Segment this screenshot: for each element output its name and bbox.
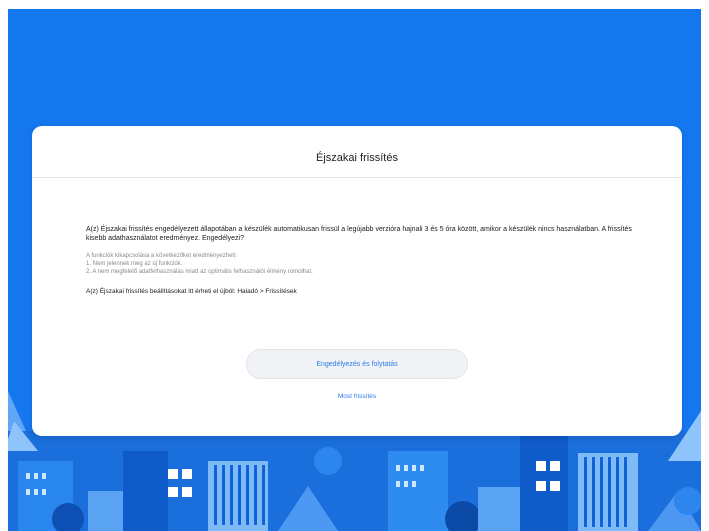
enable-and-continue-button[interactable]: Engedélyezés és folytatás: [246, 349, 468, 379]
settings-path-note: A(z) Éjszakai frissítés beállításokat it…: [86, 288, 297, 295]
dialog-message: A(z) Éjszakai frissítés engedélyezett ál…: [86, 226, 632, 242]
consequences-heading: A funkciók kikapcsolása a következőket e…: [86, 253, 238, 259]
nightly-update-dialog: Éjszakai frissítés A(z) Éjszakai frissít…: [32, 126, 682, 436]
dialog-title: Éjszakai frissítés: [316, 152, 398, 164]
consequence-item: 2. A nem megfelelő adatfelhasználás miat…: [86, 269, 313, 275]
app-background: Éjszakai frissítés A(z) Éjszakai frissít…: [8, 9, 701, 531]
consequences-list: A funkciók kikapcsolása a következőket e…: [86, 252, 634, 276]
update-now-link[interactable]: Most frissítés: [32, 393, 682, 400]
title-divider: [32, 177, 682, 178]
consequence-item: 1. Nem jelennek meg az új funkciók.: [86, 261, 183, 267]
